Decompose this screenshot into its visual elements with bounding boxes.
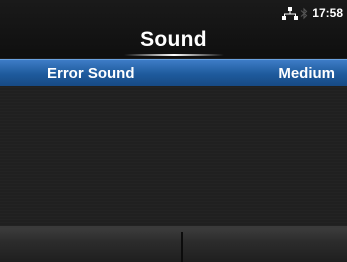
lan-icon [282,6,299,20]
printer-screen: Sound 17:58 Error Sound Medium [0,0,347,262]
header-bar: Sound 17:58 [0,0,347,58]
softkey-divider [181,232,183,262]
clock-time: 17:58 [312,6,343,20]
bluetooth-icon [300,7,308,19]
softkey-bar [0,226,347,262]
menu-list-empty-area [0,86,347,226]
title-underline [124,54,224,56]
menu-item-label: Error Sound [47,65,135,82]
softkey-left[interactable] [0,228,181,262]
page-title: Sound [140,28,207,51]
status-area: 17:58 [282,6,343,20]
softkey-right[interactable] [183,228,347,262]
menu-item-error-sound[interactable]: Error Sound Medium [0,59,347,86]
menu-item-value: Medium [278,65,335,82]
